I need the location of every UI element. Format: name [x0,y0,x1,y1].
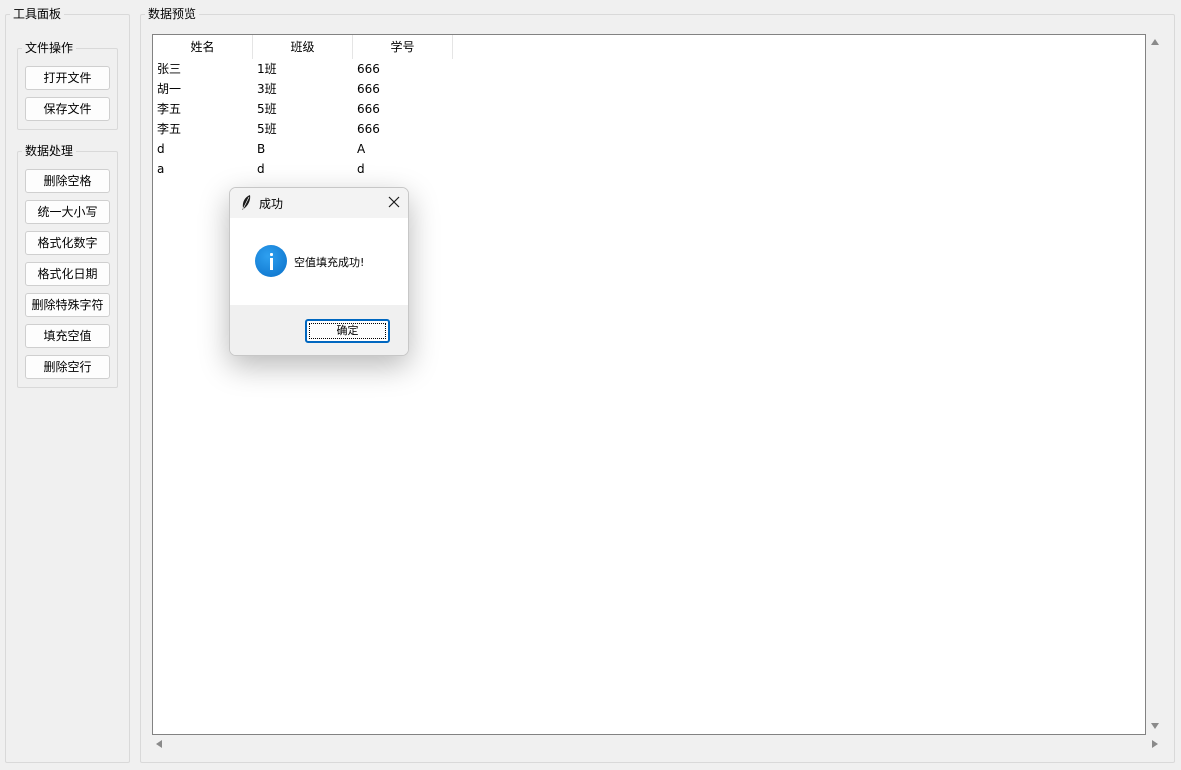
success-dialog: 成功 空值填充成功! 确定 [229,187,409,356]
unify-case-button[interactable]: 统一大小写 [25,200,110,224]
column-header-class[interactable]: 班级 [253,35,353,59]
dialog-message: 空值填充成功! [294,256,365,269]
table-row[interactable]: 张三 1班 666 [153,59,553,79]
table-row[interactable]: 李五 5班 666 [153,119,553,139]
cell-class: B [257,142,266,156]
open-file-button[interactable]: 打开文件 [25,66,110,90]
close-icon[interactable] [388,196,400,208]
data-table[interactable]: 姓名 班级 学号 张三 1班 666 胡一 3班 666 李五 5班 666 李… [152,34,1146,735]
cell-name: a [157,162,165,176]
cell-class: 5班 [257,102,277,116]
table-row[interactable]: d B A [153,139,553,159]
remove-empty-rows-button[interactable]: 删除空行 [25,355,110,379]
dialog-title: 成功 [259,197,284,211]
save-file-button[interactable]: 保存文件 [25,97,110,121]
cell-class: 5班 [257,122,277,136]
cell-student-id: 666 [357,122,380,136]
dialog-titlebar[interactable]: 成功 [230,188,408,218]
scroll-right-arrow-icon[interactable] [1152,740,1158,748]
data-processing-title: 数据处理 [22,144,77,158]
scroll-down-arrow-icon[interactable] [1151,723,1159,729]
cell-name: 李五 [157,102,182,116]
scroll-up-arrow-icon[interactable] [1151,39,1159,45]
vertical-scrollbar[interactable] [1148,34,1162,735]
cell-student-id: A [357,142,366,156]
cell-class: 3班 [257,82,277,96]
column-header-student-id[interactable]: 学号 [353,35,453,59]
column-header-name[interactable]: 姓名 [153,35,253,59]
horizontal-scrollbar[interactable] [152,737,1162,751]
feather-icon [242,195,251,210]
preview-panel-title: 数据预览 [145,7,200,21]
cell-name: 李五 [157,122,182,136]
cell-name: d [157,142,165,156]
scroll-left-arrow-icon[interactable] [156,740,162,748]
table-row[interactable]: 李五 5班 666 [153,99,553,119]
format-numbers-button[interactable]: 格式化数字 [25,231,110,255]
cell-student-id: d [357,162,365,176]
cell-class: 1班 [257,62,277,76]
cell-class: d [257,162,265,176]
cell-name: 胡一 [157,82,182,96]
fill-empty-button[interactable]: 填充空值 [25,324,110,348]
table-row[interactable]: a d d [153,159,553,179]
table-row[interactable]: 胡一 3班 666 [153,79,553,99]
info-icon [255,245,287,277]
cell-student-id: 666 [357,102,380,116]
cell-student-id: 666 [357,82,380,96]
dialog-footer: 确定 [230,305,408,355]
cell-student-id: 666 [357,62,380,76]
ok-button[interactable]: 确定 [305,319,390,343]
file-ops-title: 文件操作 [22,41,77,55]
remove-special-chars-button[interactable]: 删除特殊字符 [25,293,110,317]
tool-panel-title: 工具面板 [10,7,65,21]
remove-spaces-button[interactable]: 删除空格 [25,169,110,193]
cell-name: 张三 [157,62,182,76]
format-dates-button[interactable]: 格式化日期 [25,262,110,286]
